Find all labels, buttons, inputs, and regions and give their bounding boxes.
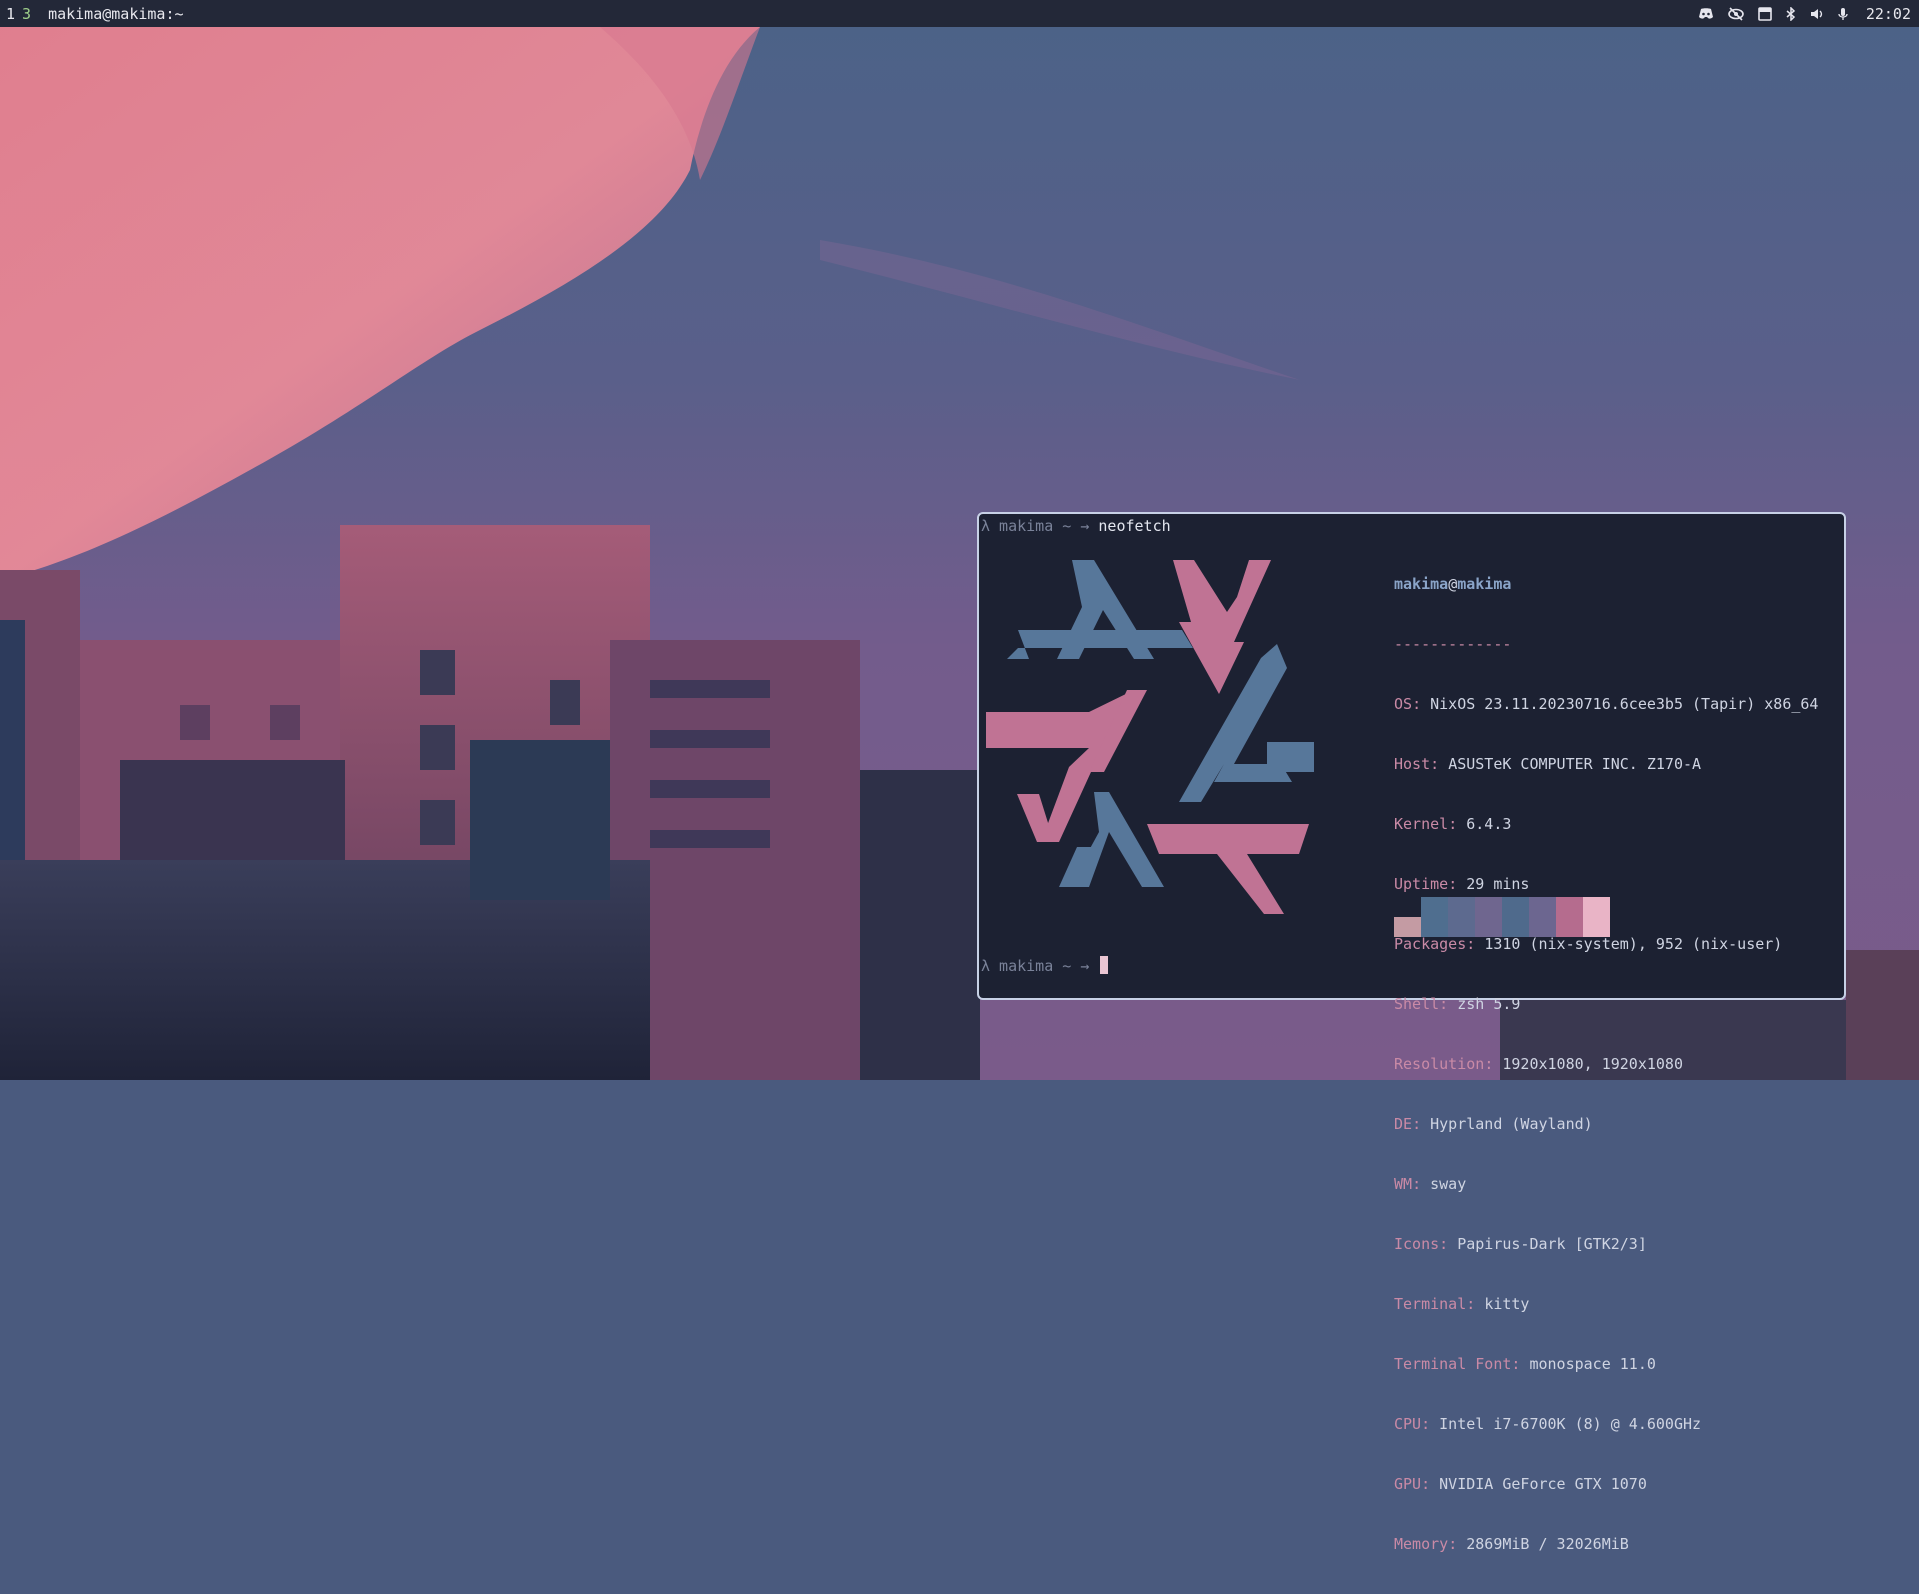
window-title: makima@makima:~	[48, 4, 184, 23]
info-value: 29 mins	[1466, 875, 1530, 893]
text-cursor	[1100, 956, 1109, 974]
palette-swatch	[1529, 897, 1556, 937]
info-cpu: CPU: Intel i7-6700K (8) @ 4.600GHz	[1394, 1414, 1818, 1434]
info-separator: -------------	[1394, 635, 1512, 653]
info-key: Shell	[1394, 995, 1440, 1013]
info-os: OS: NixOS 23.11.20230716.6cee3b5 (Tapir)…	[1394, 694, 1818, 714]
info-value: 1920x1080, 1920x1080	[1502, 1055, 1683, 1073]
info-icons: Icons: Papirus-Dark [GTK2/3]	[1394, 1234, 1818, 1254]
info-colon: :	[1439, 1235, 1449, 1253]
terminal-input-line[interactable]: λ makima ~ →	[981, 956, 1109, 976]
info-kernel: Kernel: 6.4.3	[1394, 814, 1818, 834]
info-key: Terminal Font	[1394, 1355, 1512, 1373]
info-host: makima	[1457, 575, 1512, 593]
info-value: NixOS 23.11.20230716.6cee3b5 (Tapir) x86…	[1430, 695, 1819, 713]
info-packages: Packages: 1310 (nix-system), 952 (nix-us…	[1394, 934, 1818, 954]
user-host-line: makima@makima	[1394, 574, 1818, 594]
info-value: monospace 11.0	[1529, 1355, 1656, 1373]
nixos-logo	[979, 542, 1379, 947]
info-key: GPU	[1394, 1475, 1422, 1493]
info-value: 2869MiB / 32026MiB	[1466, 1535, 1629, 1553]
info-colon: :	[1412, 695, 1422, 713]
volume-icon[interactable]	[1810, 7, 1824, 21]
info-value: 1310 (nix-system), 952 (nix-user)	[1484, 935, 1783, 953]
info-key: Icons	[1394, 1235, 1440, 1253]
info-key: Packages	[1394, 935, 1467, 953]
palette-swatch	[1475, 897, 1502, 937]
eye-slash-icon[interactable]	[1728, 6, 1744, 21]
info-value: ASUSTeK COMPUTER INC. Z170-A	[1448, 755, 1702, 773]
info-shell: Shell: zsh 5.9	[1394, 994, 1818, 1014]
info-terminal-font: Terminal Font: monospace 11.0	[1394, 1354, 1818, 1374]
info-memory: Memory: 2869MiB / 32026MiB	[1394, 1534, 1818, 1554]
terminal-window[interactable]: λ makima ~ → neofetch makima@makima ----…	[977, 512, 1846, 1553]
info-key: Memory	[1394, 1535, 1449, 1553]
info-colon: :	[1448, 815, 1458, 833]
info-colon: :	[1466, 1295, 1476, 1313]
info-colon: :	[1430, 755, 1440, 773]
info-colon: :	[1448, 875, 1458, 893]
info-key: Kernel	[1394, 815, 1449, 833]
info-value: 6.4.3	[1466, 815, 1512, 833]
palette-swatch	[1421, 897, 1448, 937]
info-de: DE: Hyprland (Wayland)	[1394, 1114, 1818, 1134]
info-value: Hyprland (Wayland)	[1430, 1115, 1593, 1133]
info-colon: :	[1511, 1355, 1521, 1373]
color-palette	[1394, 897, 1610, 937]
command-text: neofetch	[1098, 517, 1171, 535]
palette-swatch	[1394, 917, 1421, 937]
bluetooth-icon[interactable]	[1786, 6, 1796, 21]
info-key: Uptime	[1394, 875, 1449, 893]
info-value: Intel i7-6700K (8) @ 4.600GHz	[1439, 1415, 1702, 1433]
info-key: CPU	[1394, 1415, 1422, 1433]
info-gpu: GPU: NVIDIA GeForce GTX 1070	[1394, 1474, 1818, 1494]
workspace-3[interactable]: 3	[20, 5, 36, 23]
info-key: OS	[1394, 695, 1413, 713]
info-value: kitty	[1484, 1295, 1530, 1313]
info-key: Host	[1394, 755, 1431, 773]
info-value: zsh 5.9	[1457, 995, 1521, 1013]
info-colon: :	[1421, 1415, 1431, 1433]
info-at: @	[1448, 575, 1458, 593]
terminal-prompt-line: λ makima ~ → neofetch	[981, 516, 1171, 536]
info-terminal: Terminal: kitty	[1394, 1294, 1818, 1314]
info-user: makima	[1394, 575, 1449, 593]
clock[interactable]: 22:02	[1866, 5, 1911, 23]
info-value: Papirus-Dark [GTK2/3]	[1457, 1235, 1647, 1253]
info-colon: :	[1421, 1475, 1431, 1493]
palette-swatch	[1448, 897, 1475, 937]
info-colon: :	[1412, 1175, 1422, 1193]
palette-swatch	[1556, 897, 1583, 937]
info-colon: :	[1412, 1115, 1422, 1133]
prompt-text: λ makima ~ →	[981, 957, 1090, 975]
palette-swatch	[1502, 897, 1529, 937]
neofetch-info: makima@makima ------------- OS: NixOS 23…	[1394, 534, 1818, 1594]
info-value: NVIDIA GeForce GTX 1070	[1439, 1475, 1647, 1493]
info-uptime: Uptime: 29 mins	[1394, 874, 1818, 894]
workspace-1[interactable]: 1	[0, 5, 20, 23]
info-wm: WM: sway	[1394, 1174, 1818, 1194]
info-colon: :	[1448, 1535, 1458, 1553]
microphone-icon[interactable]	[1838, 7, 1848, 21]
system-tray: 22:02	[1698, 5, 1919, 23]
info-key: Resolution	[1394, 1055, 1485, 1073]
info-colon: :	[1484, 1055, 1494, 1073]
top-status-bar: 1 3 makima@makima:~ 22:02	[0, 0, 1919, 27]
info-colon: :	[1466, 935, 1476, 953]
info-resolution: Resolution: 1920x1080, 1920x1080	[1394, 1054, 1818, 1074]
info-key: DE	[1394, 1115, 1413, 1133]
info-colon: :	[1439, 995, 1449, 1013]
info-value: sway	[1430, 1175, 1467, 1193]
info-key: Terminal	[1394, 1295, 1467, 1313]
info-key: WM	[1394, 1175, 1413, 1193]
discord-icon[interactable]	[1698, 7, 1714, 21]
info-host-model: Host: ASUSTeK COMPUTER INC. Z170-A	[1394, 754, 1818, 774]
prompt-text: λ makima ~ →	[981, 517, 1090, 535]
palette-swatch	[1583, 897, 1610, 937]
window-icon[interactable]	[1758, 6, 1772, 21]
